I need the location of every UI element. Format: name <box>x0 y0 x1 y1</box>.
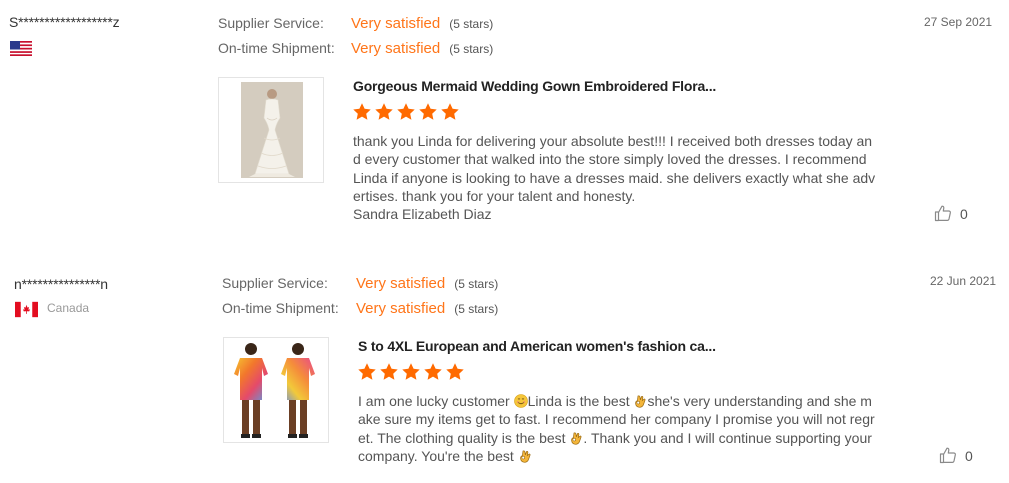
wedding-gown-image <box>241 82 303 178</box>
star-icon <box>424 363 442 380</box>
supplier-service-label: Supplier Service: <box>218 15 324 31</box>
supplier-service-rating: Supplier Service: Very satisfied (5 stars) <box>222 273 498 293</box>
review-date: 22 Jun 2021 <box>930 274 997 288</box>
product-thumbnail[interactable] <box>223 337 329 443</box>
shipment-label: On-time Shipment: <box>218 40 335 56</box>
feedback-part: I am one lucky customer <box>358 393 514 409</box>
shipment-stars: (5 stars) <box>454 302 499 316</box>
supplier-service-value: Very satisfied <box>356 275 446 292</box>
product-star-rating <box>352 102 462 122</box>
supplier-service-value: Very satisfied <box>351 15 441 32</box>
product-title[interactable]: Gorgeous Mermaid Wedding Gown Embroidere… <box>353 78 716 94</box>
star-icon <box>353 103 371 120</box>
shipment-label: On-time Shipment: <box>222 300 339 316</box>
supplier-service-label: Supplier Service: <box>222 275 328 291</box>
like-button[interactable]: 0 <box>939 446 973 466</box>
review-item: S******************z Supplier Service: Ve… <box>0 0 1009 240</box>
us-flag-icon <box>10 41 32 56</box>
like-count: 0 <box>965 448 973 464</box>
feedback-text: I am one lucky customer Linda is the bes… <box>358 392 878 465</box>
review-item: n***************n Canada Supplier Servic… <box>0 260 1009 483</box>
shipment-value: Very satisfied <box>356 300 446 317</box>
feedback-signature: Sandra Elizabeth Diaz <box>353 206 492 223</box>
star-icon <box>402 363 420 380</box>
tie-dye-outfit-image <box>234 343 315 438</box>
canada-flag-icon <box>15 301 38 318</box>
product-thumbnail[interactable] <box>218 77 324 183</box>
feedback-body: thank you Linda for delivering your abso… <box>353 133 876 204</box>
shipment-value: Very satisfied <box>351 40 441 57</box>
supplier-service-rating: Supplier Service: Very satisfied (5 stars) <box>218 13 493 33</box>
feedback-text: thank you Linda for delivering your abso… <box>353 132 878 223</box>
thumbs-up-icon <box>939 447 956 464</box>
ok-hand-emoji-icon <box>519 450 531 463</box>
star-icon <box>375 103 393 120</box>
feedback-part: Linda is the best <box>527 393 634 409</box>
smiling-face-emoji-icon <box>513 394 528 408</box>
supplier-service-stars: (5 stars) <box>454 277 499 291</box>
shipment-rating: On-time Shipment: Very satisfied (5 stars) <box>222 298 498 318</box>
star-icon <box>446 363 464 380</box>
ok-hand-emoji-icon <box>571 432 582 445</box>
buyer-name: S******************z <box>9 14 120 30</box>
star-icon <box>380 363 398 380</box>
product-title[interactable]: S to 4XL European and American women's f… <box>358 338 716 354</box>
buyer-name: n***************n <box>14 276 108 292</box>
like-count: 0 <box>960 206 968 222</box>
shipment-rating: On-time Shipment: Very satisfied (5 stars) <box>218 38 493 58</box>
star-icon <box>358 363 376 380</box>
like-button[interactable]: 0 <box>934 204 968 224</box>
star-icon <box>397 103 415 120</box>
ok-hand-emoji-icon <box>635 395 646 408</box>
thumbs-up-icon <box>934 205 951 222</box>
product-star-rating <box>357 362 467 382</box>
buyer-country: Canada <box>47 301 90 315</box>
shipment-stars: (5 stars) <box>449 42 494 56</box>
supplier-service-stars: (5 stars) <box>449 17 494 31</box>
review-date: 27 Sep 2021 <box>924 15 993 29</box>
star-icon <box>419 103 437 120</box>
star-icon <box>441 103 459 120</box>
